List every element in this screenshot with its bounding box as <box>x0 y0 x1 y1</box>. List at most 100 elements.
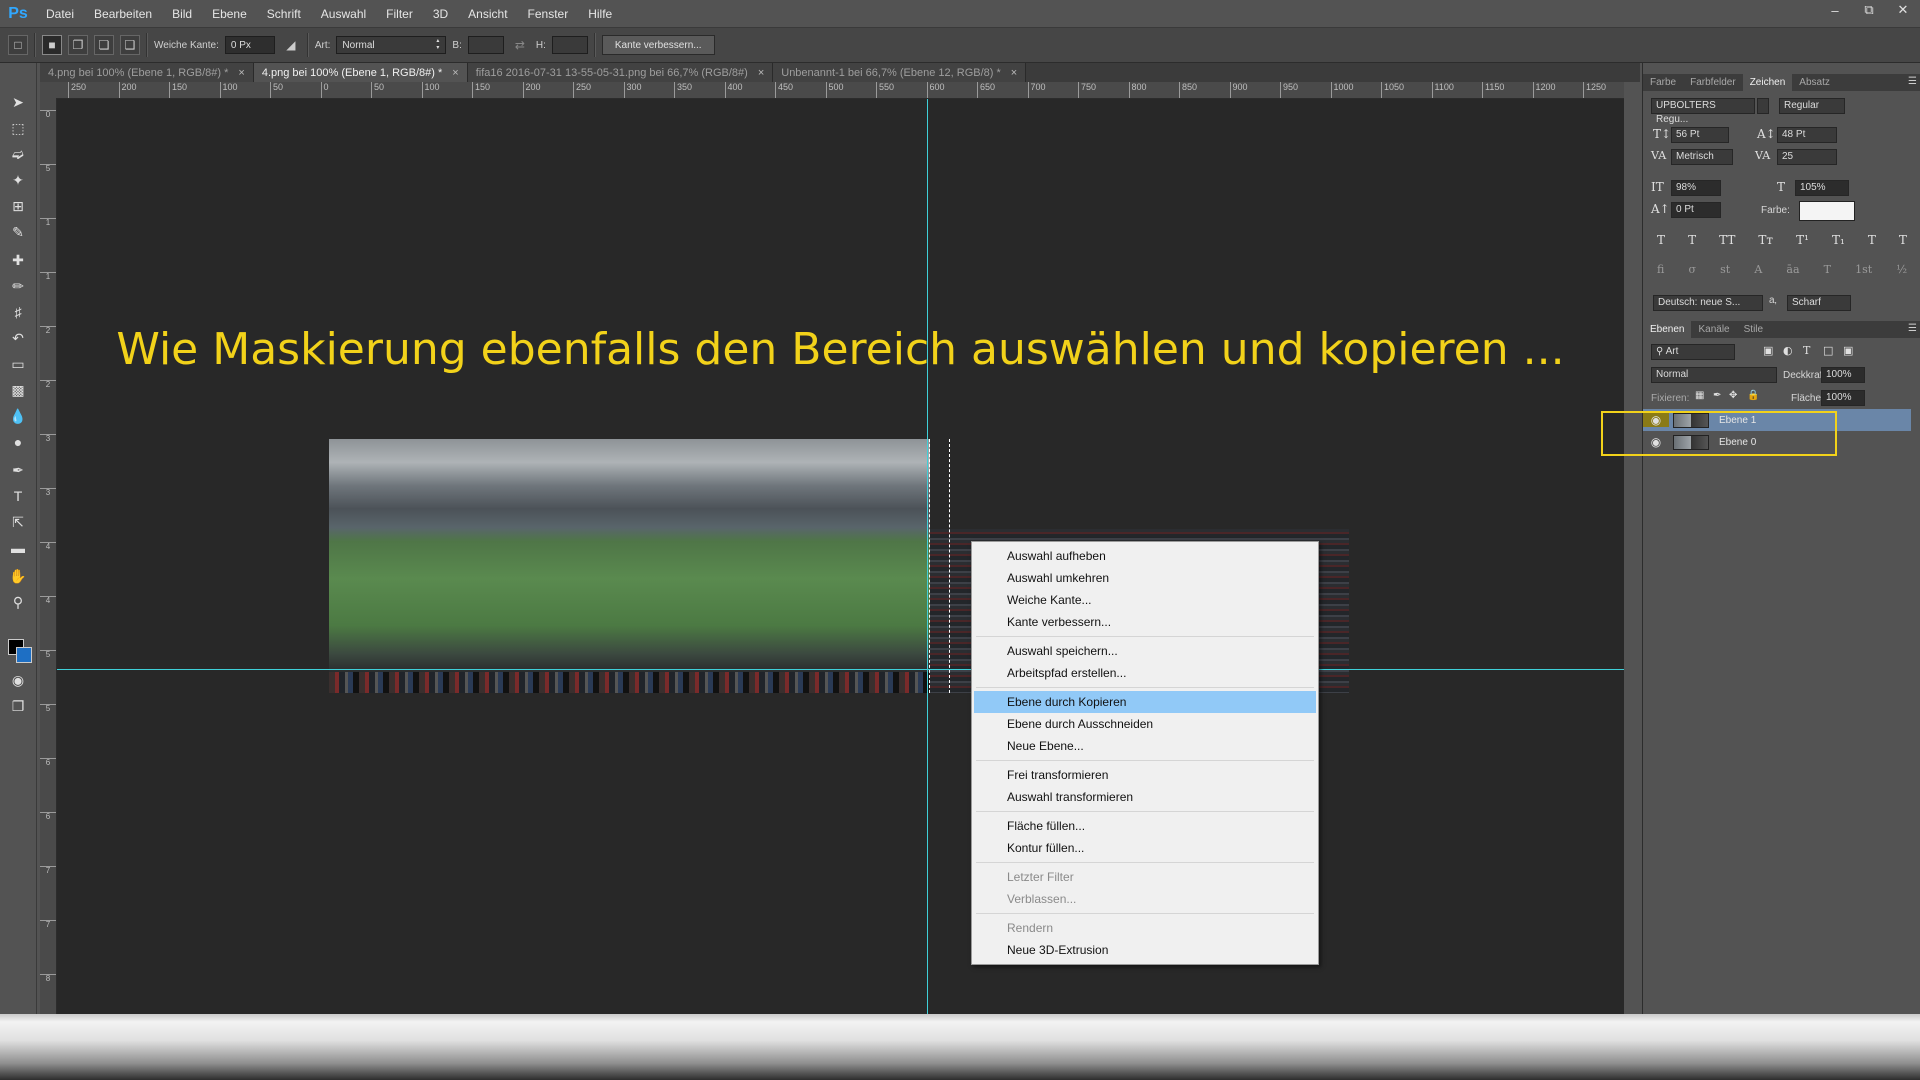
font-style-button[interactable]: T <box>1688 233 1696 251</box>
panel-tab[interactable]: Ebenen <box>1643 321 1692 338</box>
dodge-tool-icon[interactable]: ● <box>6 431 30 453</box>
context-menu-item[interactable]: Neue Ebene... <box>974 735 1316 757</box>
rectangle-tool-icon[interactable]: ▬ <box>6 537 30 559</box>
clone-stamp-tool-icon[interactable]: ♯ <box>6 301 30 323</box>
text-color-swatch[interactable] <box>1799 201 1855 221</box>
panel-tab[interactable]: Farbfelder <box>1683 74 1743 91</box>
context-menu-item[interactable]: Kante verbessern... <box>974 611 1316 633</box>
opentype-button[interactable]: ½ <box>1896 263 1907 281</box>
tracking-select[interactable]: 25 <box>1777 149 1837 165</box>
lock-all-icon[interactable]: 🔒 <box>1747 390 1759 401</box>
antialias-select[interactable]: Scharf <box>1787 295 1851 311</box>
tab-close-icon[interactable]: × <box>452 67 458 79</box>
font-size-input[interactable]: 56 Pt <box>1671 127 1729 143</box>
type-tool-icon[interactable]: T <box>6 485 30 507</box>
context-menu-item[interactable]: Ebene durch Ausschneiden <box>974 713 1316 735</box>
font-style-select[interactable]: Regular <box>1779 98 1845 114</box>
font-style-button[interactable]: Tт <box>1758 233 1773 251</box>
history-brush-tool-icon[interactable]: ↶ <box>6 327 30 349</box>
blur-tool-icon[interactable]: 💧 <box>6 405 30 427</box>
menu-item[interactable]: 3D <box>423 7 458 21</box>
menu-item[interactable]: Filter <box>376 7 423 21</box>
menu-item[interactable]: Schrift <box>257 7 311 21</box>
font-style-button[interactable]: T₁ <box>1832 233 1845 251</box>
rect-marquee-tool-preset-icon[interactable]: □ <box>8 35 28 55</box>
tab-close-icon[interactable]: × <box>238 67 244 79</box>
menu-item[interactable]: Auswahl <box>311 7 376 21</box>
language-select[interactable]: Deutsch: neue S... <box>1653 295 1763 311</box>
kerning-select[interactable]: Metrisch <box>1671 149 1733 165</box>
context-menu-item[interactable]: Neue 3D-Extrusion <box>974 939 1316 961</box>
opentype-button[interactable]: st <box>1720 263 1730 281</box>
baseline-shift-input[interactable]: 0 Pt <box>1671 202 1721 218</box>
filter-shape-icon[interactable]: □ <box>1823 344 1833 357</box>
move-tool-icon[interactable]: ➤ <box>6 91 30 113</box>
menu-item[interactable]: Bild <box>162 7 202 21</box>
background-color-swatch[interactable] <box>16 647 32 663</box>
tab-close-icon[interactable]: × <box>1011 67 1017 79</box>
opentype-button[interactable]: T <box>1824 263 1831 281</box>
document-tab[interactable]: 4.png bei 100% (Ebene 1, RGB/8#) * × <box>40 63 254 82</box>
style-select[interactable]: Normal <box>336 36 447 54</box>
close-button[interactable]: ✕ <box>1886 0 1920 20</box>
filter-adjustment-icon[interactable]: ◐ <box>1783 344 1793 357</box>
lock-transparent-icon[interactable]: ▦ <box>1695 390 1704 401</box>
horizontal-scale-input[interactable]: 105% <box>1795 180 1849 196</box>
vertical-guide[interactable] <box>927 99 928 1014</box>
menu-item[interactable]: Hilfe <box>578 7 622 21</box>
font-style-button[interactable]: T <box>1657 233 1665 251</box>
panel-tab[interactable]: Kanäle <box>1691 321 1736 338</box>
pen-tool-icon[interactable]: ✒ <box>6 459 30 481</box>
intersect-selection-icon[interactable]: ❑ <box>120 35 140 55</box>
magic-wand-tool-icon[interactable]: ✦ <box>6 169 30 191</box>
font-style-button[interactable]: T¹ <box>1796 233 1809 251</box>
lasso-tool-icon[interactable]: ➫ <box>6 143 30 165</box>
context-menu-item[interactable]: Kontur füllen... <box>974 837 1316 859</box>
zoom-tool-icon[interactable]: ⚲ <box>6 591 30 613</box>
new-selection-icon[interactable]: ■ <box>42 35 62 55</box>
anti-alias-icon[interactable]: ◢ <box>281 35 301 55</box>
context-menu-item[interactable]: Weiche Kante... <box>974 589 1316 611</box>
document-tab[interactable]: Unbenannt-1 bei 66,7% (Ebene 12, RGB/8) … <box>773 63 1027 82</box>
context-menu-item[interactable]: Auswahl transformieren <box>974 786 1316 808</box>
opentype-button[interactable]: āa <box>1786 263 1799 281</box>
context-menu-item[interactable]: Fläche füllen... <box>974 815 1316 837</box>
vertical-scale-input[interactable]: 98% <box>1671 180 1721 196</box>
panel-tab[interactable]: Absatz <box>1792 74 1837 91</box>
filter-smart-object-icon[interactable]: ▣ <box>1843 344 1853 357</box>
horizontal-ruler[interactable]: 250 200 150 100 50 0 50 100 150 200 250 300 350 400 45… <box>56 82 1624 99</box>
horizontal-guide[interactable] <box>57 669 1624 670</box>
eraser-tool-icon[interactable]: ▭ <box>6 353 30 375</box>
marquee-tool-icon[interactable]: ⬚ <box>6 117 30 139</box>
document-canvas[interactable]: Wie Maskierung ebenfalls den Bereich aus… <box>57 99 1624 1014</box>
restore-button[interactable]: ⧉ <box>1852 0 1886 20</box>
font-style-button[interactable]: TT <box>1719 233 1735 251</box>
panel-tab[interactable]: Farbe <box>1643 74 1683 91</box>
opentype-button[interactable]: fi <box>1657 263 1664 281</box>
tab-close-icon[interactable]: × <box>758 67 764 79</box>
eyedropper-tool-icon[interactable]: ✎ <box>6 221 30 243</box>
panel-menu-icon[interactable]: ☰ <box>1908 76 1917 87</box>
hand-tool-icon[interactable]: ✋ <box>6 565 30 587</box>
menu-item[interactable]: Fenster <box>518 7 579 21</box>
subtract-from-selection-icon[interactable]: ❏ <box>94 35 114 55</box>
context-menu-item[interactable]: Auswahl aufheben <box>974 545 1316 567</box>
document-tab[interactable]: fifa16 2016-07-31 13-55-05-31.png bei 66… <box>467 63 774 82</box>
marquee-selection[interactable] <box>929 439 950 693</box>
crop-tool-icon[interactable]: ⊞ <box>6 195 30 217</box>
panel-tab[interactable]: Stile <box>1737 321 1770 338</box>
menu-item[interactable]: Datei <box>36 7 84 21</box>
lock-position-icon[interactable]: ✥ <box>1729 390 1737 401</box>
lock-image-icon[interactable]: ✒ <box>1713 390 1721 401</box>
menu-item[interactable]: Ansicht <box>458 7 517 21</box>
fill-input[interactable]: 100% <box>1821 390 1865 406</box>
font-style-button[interactable]: T <box>1899 233 1907 251</box>
minimize-button[interactable]: – <box>1818 0 1852 20</box>
opentype-button[interactable]: A <box>1754 263 1762 281</box>
panel-tab[interactable]: Zeichen <box>1742 74 1793 91</box>
screen-mode-icon[interactable]: ❐ <box>6 695 30 717</box>
context-menu-item[interactable]: Auswahl speichern... <box>974 640 1316 662</box>
brush-tool-icon[interactable]: ✏ <box>6 275 30 297</box>
ruler-origin[interactable] <box>40 82 56 98</box>
quick-mask-icon[interactable]: ◉ <box>6 669 30 691</box>
